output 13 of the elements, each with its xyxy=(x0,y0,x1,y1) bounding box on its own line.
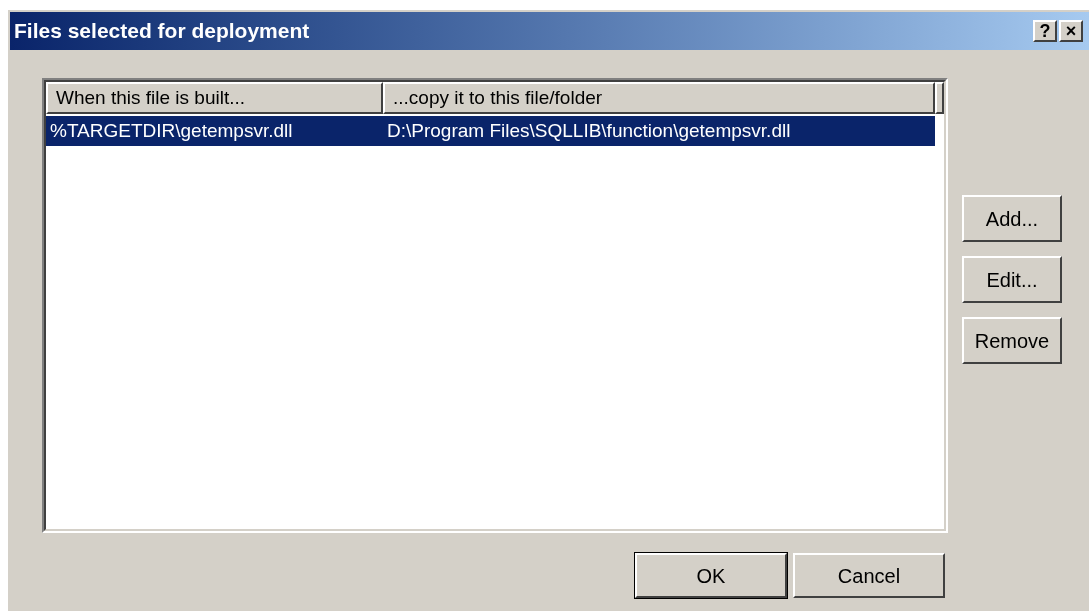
ok-button[interactable]: OK xyxy=(635,553,787,598)
close-button[interactable]: × xyxy=(1059,20,1083,42)
action-button[interactable]: Edit... xyxy=(962,256,1062,303)
window-title: Files selected for deployment xyxy=(14,18,311,45)
action-button[interactable]: Add... xyxy=(962,195,1062,242)
list-cell-text: %TARGETDIR\getempsvr.dll xyxy=(49,118,294,143)
column-header[interactable]: When this file is built... xyxy=(46,82,383,114)
column-header[interactable]: ...copy it to this file/folder xyxy=(383,82,935,114)
action-button[interactable]: Remove xyxy=(962,317,1062,364)
list-row[interactable]: %TARGETDIR\getempsvr.dll D:\Program Files\SQLLIB\function\getempsvr.dll xyxy=(46,116,935,146)
list-cell-text: D:\Program Files\SQLLIB\function\getempsvr.dll xyxy=(386,118,792,143)
help-button[interactable]: ? xyxy=(1033,20,1057,42)
cancel-button[interactable]: Cancel xyxy=(793,553,945,598)
